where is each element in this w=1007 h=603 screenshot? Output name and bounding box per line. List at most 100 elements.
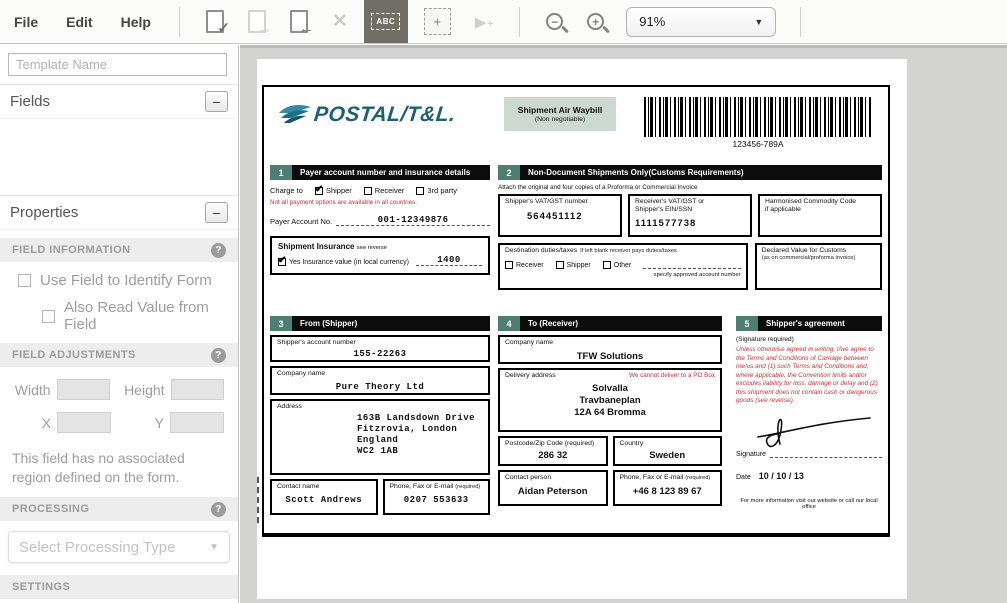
- height-input[interactable]: [171, 379, 224, 400]
- receiver-contact-box: Contact person Aidan Peterson: [498, 470, 608, 506]
- add-region-tool-button[interactable]: +: [424, 8, 451, 35]
- postcode-box: Postcode/Zip Code (required) 286 32: [498, 436, 608, 466]
- read-value-row: Also Read Value from Field: [42, 299, 238, 333]
- payment-note: Not all payment options are available in…: [270, 199, 490, 206]
- zoom-level-select[interactable]: 91% ▼: [626, 7, 776, 37]
- toolbar-separator: [179, 7, 180, 37]
- signature-line-row: Signature: [736, 450, 882, 458]
- zoom-in-button[interactable]: +: [587, 13, 604, 30]
- menu-file[interactable]: File: [0, 14, 52, 30]
- specify-note: specify approved account number: [505, 272, 741, 278]
- shipper-account-box: Shipper's account number 155-22263: [270, 335, 490, 362]
- shipper-contact-value: Scott Andrews: [277, 495, 371, 505]
- shipper-contact-box: Contact name Scott Andrews: [270, 479, 378, 515]
- import-template-button[interactable]: ←: [290, 10, 308, 33]
- zoom-out-button[interactable]: −: [546, 13, 563, 30]
- section-5: 5 Shipper's agreement (Signature require…: [736, 316, 882, 510]
- receiver-contact-value: Aidan Peterson: [505, 486, 601, 497]
- duties-other-line: [643, 261, 740, 269]
- properties-panel-title: Properties: [10, 204, 78, 221]
- shipper-address-value: 163B Landsdown Drive Fitzrovia, London E…: [357, 413, 483, 457]
- collapse-fields-button[interactable]: −: [205, 91, 228, 112]
- height-label: Height: [124, 382, 164, 398]
- checkbox-duties-other: [603, 261, 611, 269]
- width-input[interactable]: [57, 379, 110, 400]
- size-row: Width Height: [12, 379, 238, 400]
- processing-type-placeholder: Select Processing Type: [19, 539, 209, 556]
- commodity-code-box: Harmonised Commodity Code if applicable: [758, 194, 882, 237]
- insurance-value: 1400: [416, 255, 482, 266]
- use-field-identify-checkbox[interactable]: [18, 274, 31, 287]
- use-field-identify-row: Use Field to Identify Form: [18, 272, 238, 289]
- run-test-button[interactable]: ▶ +: [475, 13, 493, 31]
- export-template-button[interactable]: →: [248, 10, 266, 33]
- charge-to-row: Charge to ✔Shipper Receiver 3rd party: [270, 186, 490, 195]
- shipper-account-value: 155-22263: [277, 349, 483, 359]
- app-window: File Edit Help ✓ → ← ✕ ABC + ▶ + −: [0, 0, 1007, 603]
- delivery-address-value: Solvalla Travbaneplan 12A 64 Bromma: [505, 383, 715, 419]
- settings-header: SETTINGS: [0, 575, 238, 599]
- x-input[interactable]: [57, 412, 111, 433]
- duties-box: Destination duties/taxes If left blank r…: [498, 243, 748, 290]
- abc-icon: ABC: [371, 13, 400, 30]
- waybill-title: Shipment Air Waybill: [518, 105, 602, 115]
- read-value-checkbox[interactable]: [42, 310, 55, 323]
- fields-panel-title: Fields: [10, 93, 50, 110]
- insurance-box: Shipment Insurance see reverse ✔ Yes Ins…: [270, 236, 490, 275]
- document-viewer: POSTAL/T&L. Shipment Air Waybill (Non ne…: [240, 45, 1007, 603]
- template-name-input[interactable]: [8, 53, 227, 76]
- barcode-label: 123456-789A: [644, 139, 872, 149]
- menu-help[interactable]: Help: [107, 14, 165, 30]
- help-icon[interactable]: ?: [211, 502, 226, 517]
- delete-button[interactable]: ✕: [332, 10, 348, 33]
- signature-scribble: [754, 406, 874, 450]
- zoom-in-icon: +: [587, 13, 604, 30]
- collapse-properties-button[interactable]: −: [205, 202, 228, 223]
- document-import-icon: ←: [290, 10, 308, 33]
- barcode: [644, 97, 872, 137]
- waybill-subtitle: (Non negotiable): [535, 116, 585, 123]
- logo-text: POSTAL/T&L.: [313, 103, 457, 127]
- wing-icon: [278, 103, 312, 127]
- signature-line: [770, 450, 882, 458]
- x-label: X: [12, 415, 51, 431]
- y-label: Y: [125, 415, 164, 431]
- receiver-phone-box: Phone, Fax or E-mail (required) +46 8 12…: [613, 470, 723, 506]
- zoom-level-value: 91%: [639, 14, 754, 29]
- processing-type-select[interactable]: Select Processing Type ▼: [8, 531, 230, 563]
- field-adjustments-header: FIELD ADJUSTMENTS ?: [0, 343, 238, 367]
- edge-mark: [257, 477, 259, 523]
- close-icon: ✕: [332, 10, 348, 33]
- country-value: Sweden: [620, 450, 716, 461]
- toolbar: File Edit Help ✓ → ← ✕ ABC + ▶ + −: [0, 0, 1007, 44]
- help-icon[interactable]: ?: [211, 348, 226, 363]
- postcode-value: 286 32: [505, 450, 601, 461]
- po-box-note: We cannot deliver to a PO Box: [629, 372, 715, 379]
- section-2: 2 Non-Document Shipments Only (Customs R…: [498, 165, 882, 290]
- section-2-header: 2 Non-Document Shipments Only (Customs R…: [498, 165, 882, 180]
- checkbox-duties-shipper: [556, 261, 564, 269]
- declared-value-box: Declared Value for Customs (as on commer…: [755, 243, 882, 290]
- section-1-header: 1 Payer account number and insurance det…: [270, 165, 490, 180]
- toolbar-separator: [519, 7, 520, 37]
- help-icon[interactable]: ?: [211, 243, 226, 258]
- postal-logo: POSTAL/T&L.: [278, 103, 456, 127]
- text-field-tool-button[interactable]: ABC: [364, 0, 408, 43]
- menu-edit[interactable]: Edit: [52, 14, 106, 30]
- ein-value: 1111577738: [635, 218, 745, 229]
- waybill-footer-note: For more information visit our website o…: [736, 498, 882, 510]
- validate-template-button[interactable]: ✓: [206, 10, 224, 33]
- ein-box: Receiver's VAT/GST or Shipper's EIN/SSN …: [628, 194, 752, 237]
- signature-required-label: (Signature required): [736, 336, 882, 343]
- vat-value: 564451112: [527, 211, 615, 222]
- checkbox-shipper: ✔: [315, 187, 323, 195]
- checkbox-insurance-yes: ✔: [278, 258, 286, 266]
- document-page[interactable]: POSTAL/T&L. Shipment Air Waybill (Non ne…: [257, 59, 907, 599]
- fields-list-empty: [0, 119, 238, 195]
- attach-note: Attach the original and four copies of a…: [498, 184, 882, 191]
- plus-icon: +: [487, 19, 493, 30]
- date-row: Date 10 / 10 / 13: [736, 471, 882, 481]
- y-input[interactable]: [170, 412, 224, 433]
- chevron-down-icon: ▼: [209, 542, 219, 553]
- read-value-label: Also Read Value from Field: [64, 299, 238, 333]
